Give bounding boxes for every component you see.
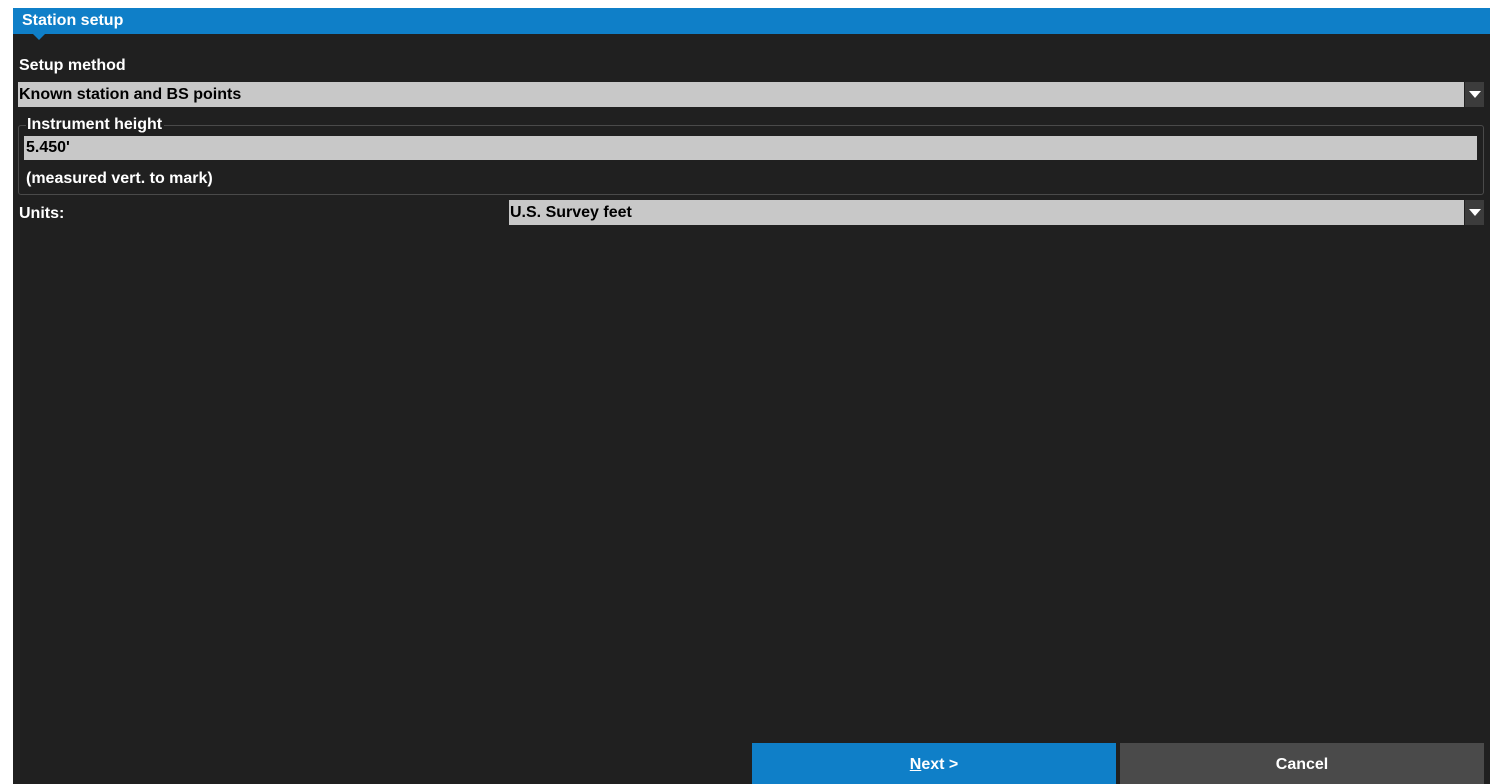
chevron-down-icon <box>1469 91 1481 98</box>
station-setup-window: Station setup Setup method Known station… <box>13 8 1490 784</box>
instrument-height-note: (measured vert. to mark) <box>26 170 213 187</box>
units-value: U.S. Survey feet <box>510 204 632 221</box>
next-button-mnemonic: N <box>909 756 922 773</box>
next-button[interactable]: Next > <box>752 743 1116 784</box>
setup-method-select[interactable]: Known station and BS points <box>18 82 1484 107</box>
setup-method-value: Known station and BS points <box>19 86 242 103</box>
units-dropdown-button[interactable] <box>1464 200 1484 225</box>
instrument-height-label: Instrument height <box>26 116 165 134</box>
caret-down-icon <box>33 34 45 40</box>
window-titlebar: Station setup <box>13 8 1490 34</box>
units-select[interactable]: U.S. Survey feet <box>509 200 1484 225</box>
cancel-button[interactable]: Cancel <box>1120 743 1484 784</box>
units-label: Units: <box>19 205 65 222</box>
window-title: Station setup <box>22 12 124 29</box>
next-button-label: ext > <box>921 756 959 773</box>
setup-method-label: Setup method <box>19 57 126 74</box>
setup-method-dropdown-button[interactable] <box>1464 82 1484 107</box>
instrument-height-input[interactable] <box>24 136 1477 160</box>
chevron-down-icon <box>1469 209 1481 216</box>
